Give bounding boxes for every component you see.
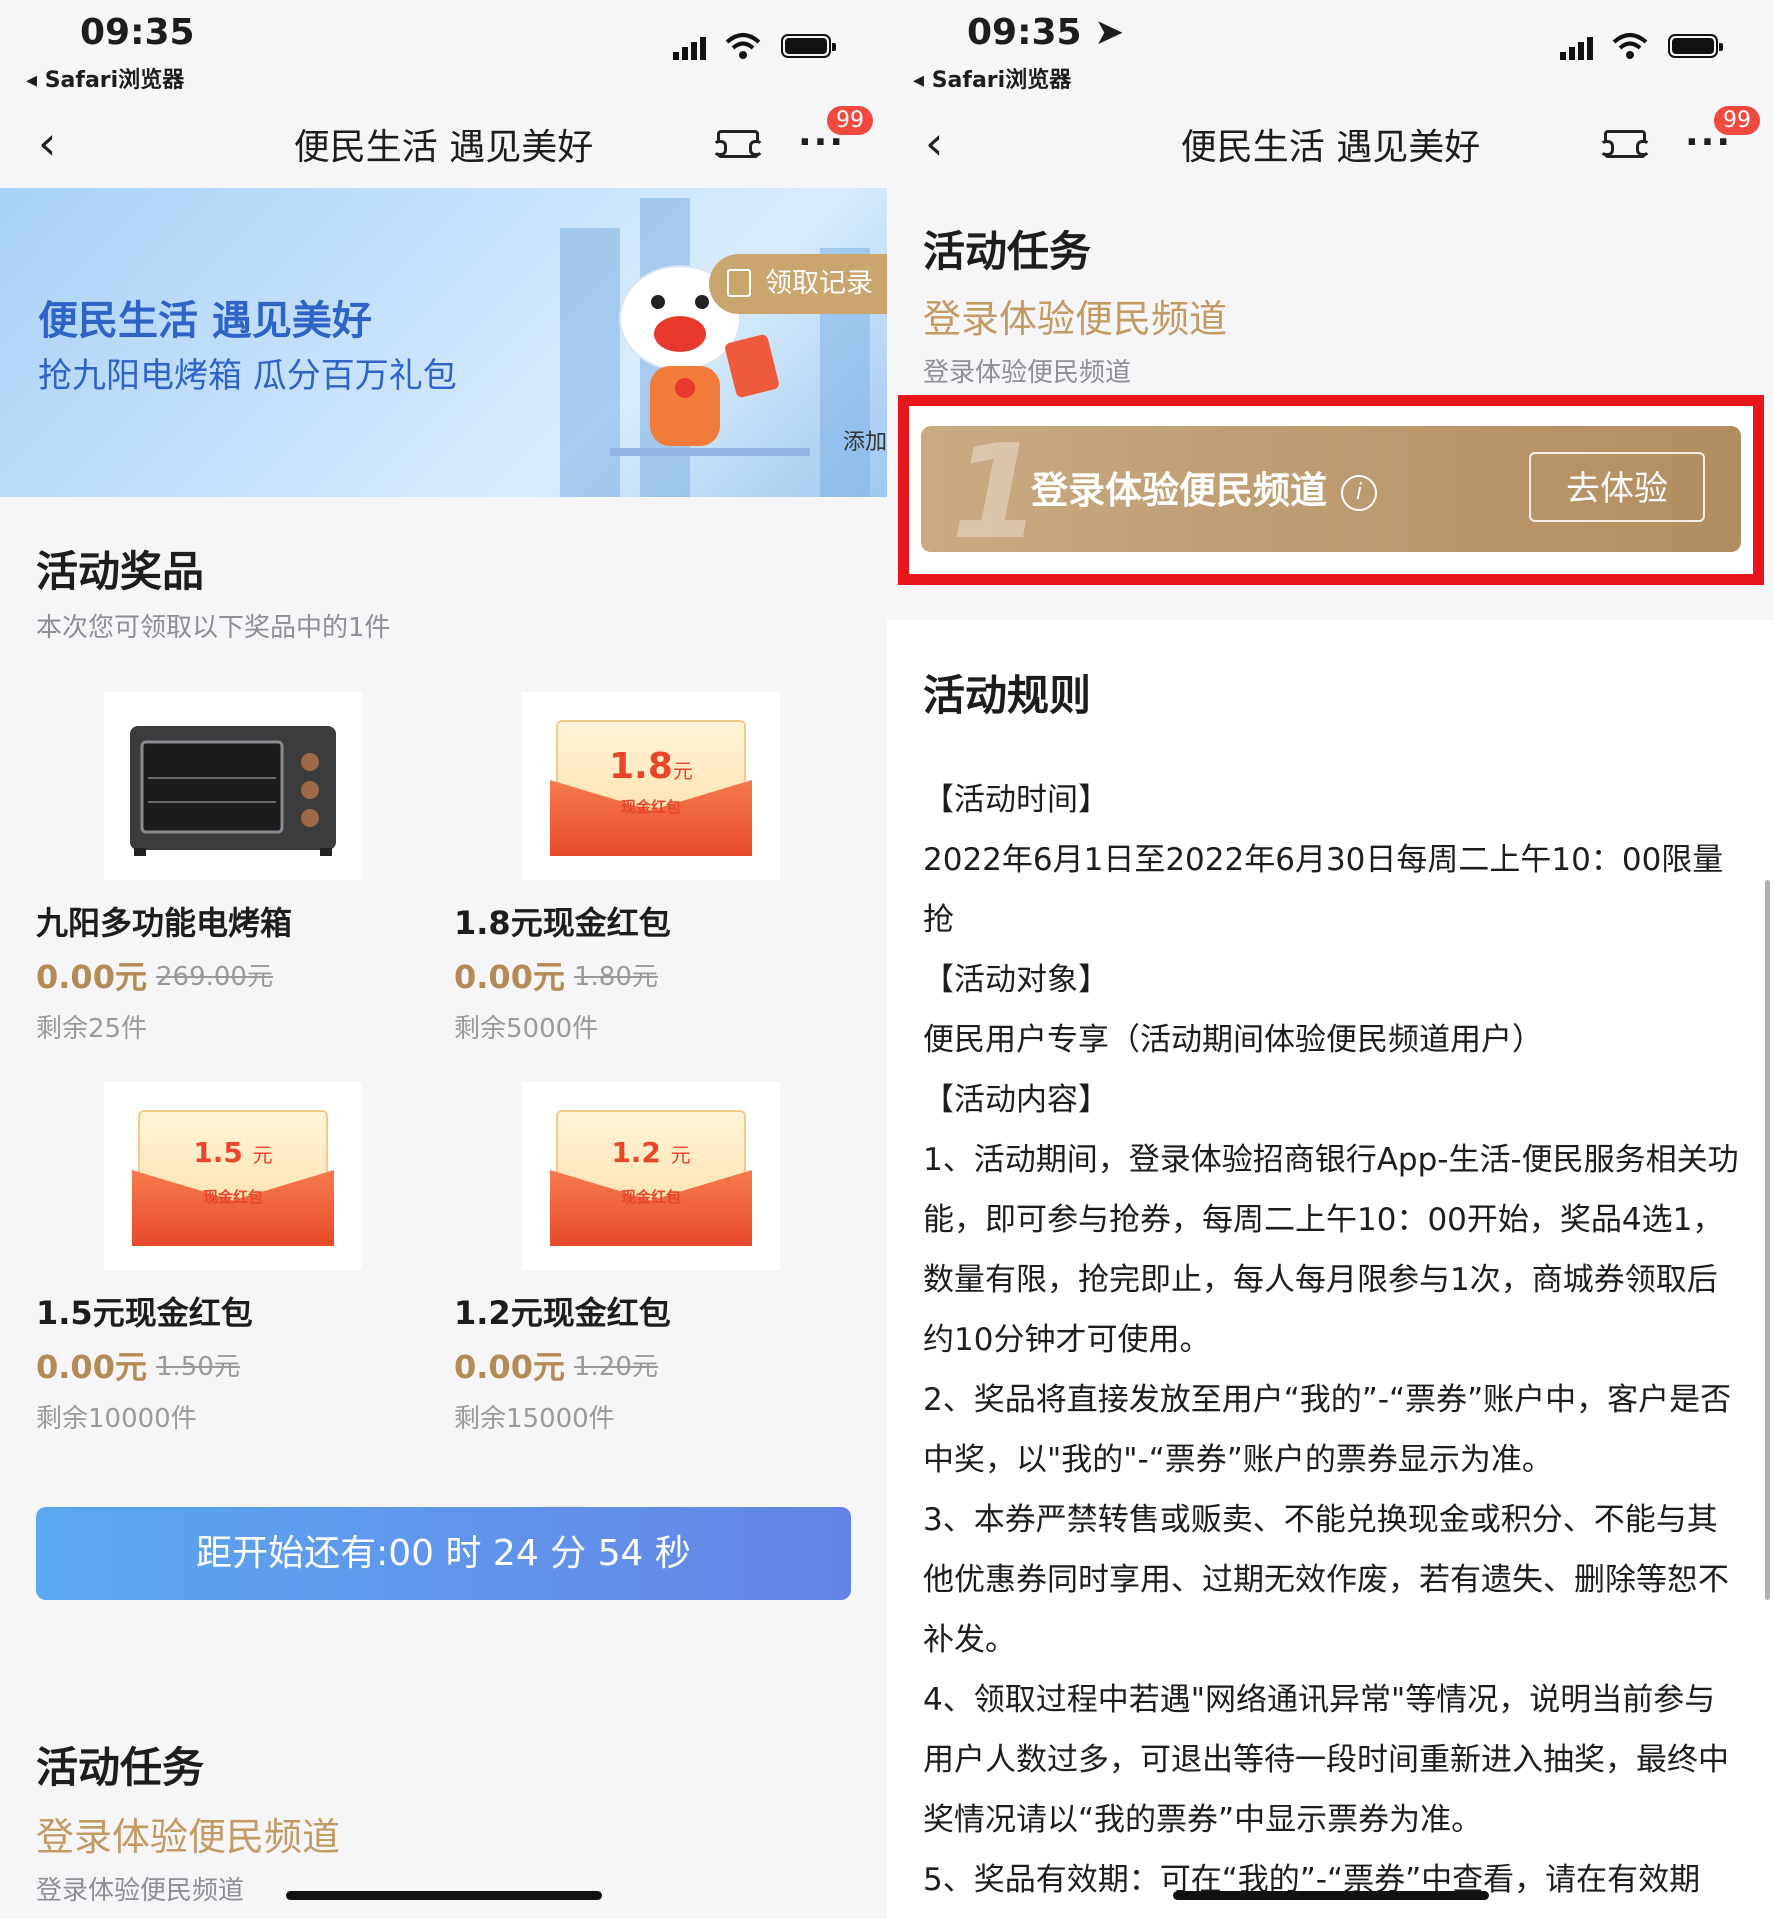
prize-item-red-packet-1-2[interactable]: 1.2 元 现金红包 1.2元现金红包 0.00元 1.20元 剩余15000件 <box>454 1082 814 1442</box>
claim-records-label: 领取记录 <box>765 268 873 299</box>
task-card-title: 登录体验便民频道 i <box>1031 460 1377 514</box>
task-number: 1 <box>951 426 1042 552</box>
promo-banner: 便民生活 遇见美好 抢九阳电烤箱 瓜分百万礼包 领取记录 添加 <box>0 188 887 497</box>
task-description: 登录体验便民频道 <box>923 358 1132 388</box>
claim-records-button[interactable]: 领取记录 <box>709 254 887 314</box>
ticket-icon[interactable] <box>713 130 763 158</box>
prize-name: 1.8元现金红包 <box>454 904 671 942</box>
prize-price: 0.00元 <box>36 958 147 996</box>
task-card[interactable]: 1 登录体验便民频道 i 去体验 <box>921 426 1741 552</box>
envelope-amount: 1.5 <box>193 1136 243 1169</box>
status-time: 09:35 <box>80 12 195 53</box>
battery-icon <box>1668 34 1723 58</box>
back-to-safari-link[interactable]: ◂ Safari浏览器 <box>913 62 1071 94</box>
tasks-section-title: 活动任务 <box>36 1743 205 1792</box>
records-icon <box>727 269 751 297</box>
envelope-unit: 元 <box>670 1143 691 1167</box>
prize-price: 0.00元 <box>454 958 565 996</box>
prize-item-oven[interactable]: 九阳多功能电烤箱 0.00元 269.00元 剩余25件 <box>36 692 396 1052</box>
red-envelope-icon: 1.8元 现金红包 <box>550 720 752 856</box>
add-shortcut-button[interactable]: 添加 <box>843 424 887 456</box>
task-name: 登录体验便民频道 <box>923 297 1228 341</box>
ticket-icon[interactable] <box>1600 130 1650 158</box>
countdown-button[interactable]: 距开始还有:00 时 24 分 54 秒 <box>36 1507 851 1600</box>
location-arrow-icon: ➤ <box>1094 12 1125 53</box>
prize-stock: 剩余25件 <box>36 1014 148 1044</box>
rule-line: 【活动内容】 <box>923 1082 1109 1118</box>
task-card-title-text: 登录体验便民频道 <box>1031 469 1327 512</box>
highlighted-task-frame: 1 登录体验便民频道 i 去体验 <box>898 395 1764 585</box>
prize-price: 0.00元 <box>454 1348 565 1386</box>
rule-line: 2022年6月1日至2022年6月30日每周二上午10：00限量抢 <box>923 842 1724 938</box>
prize-original-price: 1.80元 <box>574 962 658 992</box>
red-packet-image: 1.8元 现金红包 <box>522 692 780 880</box>
task-description: 登录体验便民频道 <box>36 1876 245 1906</box>
cellular-signal-icon <box>1560 37 1593 60</box>
rule-line: 【活动对象】 <box>923 962 1109 998</box>
cellular-signal-icon <box>673 37 706 60</box>
prize-name: 九阳多功能电烤箱 <box>36 904 293 942</box>
nav-bar: ‹ 便民生活 遇见美好 ··· 99 <box>887 100 1774 188</box>
red-packet-image: 1.5 元 现金红包 <box>104 1082 362 1270</box>
wifi-icon <box>1612 33 1648 59</box>
envelope-amount: 1.8 <box>609 746 673 787</box>
rule-line: 2、奖品将直接发放至用户“我的”-“票券”账户中，客户是否中奖，以"我的"-“票… <box>923 1382 1732 1478</box>
red-envelope-icon: 1.2 元 现金红包 <box>550 1110 752 1246</box>
home-indicator[interactable] <box>1173 1891 1489 1900</box>
notification-badge: 99 <box>1714 106 1760 135</box>
scrollbar[interactable] <box>1765 880 1770 1600</box>
rule-line: 3、本券严禁转售或贩卖、不能兑换现金或积分、不能与其他优惠券同时享用、过期无效作… <box>923 1502 1729 1658</box>
right-screenshot: 09:35 ➤ ◂ Safari浏览器 ‹ 便民生活 遇见美好 ··· 99 活… <box>887 0 1774 1919</box>
rule-line: 4、领取过程中若遇"网络通讯异常"等情况，说明当前参与用户人数过多，可退出等待一… <box>923 1682 1729 1838</box>
banner-title: 便民生活 遇见美好 <box>38 298 372 344</box>
envelope-unit: 元 <box>252 1143 273 1167</box>
status-bar: 09:35 ◂ Safari浏览器 <box>0 0 887 100</box>
status-bar: 09:35 ➤ ◂ Safari浏览器 <box>887 0 1774 100</box>
prize-item-red-packet-1-5[interactable]: 1.5 元 现金红包 1.5元现金红包 0.00元 1.50元 剩余10000件 <box>36 1082 396 1442</box>
envelope-label: 现金红包 <box>620 1188 681 1206</box>
oven-icon <box>130 726 336 856</box>
rule-line: 1、活动期间，登录体验招商银行App-生活-便民服务相关功能，即可参与抢券，每周… <box>923 1142 1739 1358</box>
prize-name: 1.2元现金红包 <box>454 1294 671 1332</box>
rules-section-title: 活动规则 <box>923 671 1092 720</box>
rule-line: 【活动时间】 <box>923 782 1109 818</box>
prizes-section-title: 活动奖品 <box>36 547 205 596</box>
rule-line: 便民用户专享（活动期间体验便民频道用户） <box>923 1022 1543 1058</box>
envelope-amount: 1.2 <box>611 1136 661 1169</box>
info-icon[interactable]: i <box>1341 475 1377 511</box>
prize-item-red-packet-1-8[interactable]: 1.8元 现金红包 1.8元现金红包 0.00元 1.80元 剩余5000件 <box>454 692 814 1052</box>
rule-line: 5、奖品有效期：可在“我的”-“票券”中查看，请在有效期 <box>923 1862 1701 1898</box>
left-screenshot: 09:35 ◂ Safari浏览器 ‹ 便民生活 遇见美好 ··· 99 便民生… <box>0 0 887 1919</box>
prize-stock: 剩余15000件 <box>454 1404 615 1434</box>
notification-badge: 99 <box>827 106 873 135</box>
red-packet-image: 1.2 元 现金红包 <box>522 1082 780 1270</box>
tasks-section-title: 活动任务 <box>923 227 1092 276</box>
oven-image <box>104 692 362 880</box>
prize-original-price: 1.50元 <box>156 1352 240 1382</box>
status-time: 09:35 ➤ <box>967 12 1124 53</box>
prize-price: 0.00元 <box>36 1348 147 1386</box>
wifi-icon <box>725 33 761 59</box>
prize-stock: 剩余10000件 <box>36 1404 197 1434</box>
red-envelope-icon: 1.5 元 现金红包 <box>132 1110 334 1246</box>
envelope-label: 现金红包 <box>620 798 681 816</box>
prize-name: 1.5元现金红包 <box>36 1294 253 1332</box>
prize-original-price: 269.00元 <box>156 962 273 992</box>
back-to-safari-link[interactable]: ◂ Safari浏览器 <box>26 62 184 94</box>
try-now-button[interactable]: 去体验 <box>1529 452 1705 522</box>
home-indicator[interactable] <box>286 1891 602 1900</box>
prizes-section-subtitle: 本次您可领取以下奖品中的1件 <box>36 613 391 643</box>
envelope-unit: 元 <box>672 759 693 783</box>
rules-section: 活动规则 【活动时间】 2022年6月1日至2022年6月30日每周二上午10：… <box>887 620 1774 1919</box>
rules-text: 【活动时间】 2022年6月1日至2022年6月30日每周二上午10：00限量抢… <box>923 770 1743 1910</box>
prize-stock: 剩余5000件 <box>454 1014 599 1044</box>
task-name: 登录体验便民频道 <box>36 1815 341 1859</box>
prize-original-price: 1.20元 <box>574 1352 658 1382</box>
nav-bar: ‹ 便民生活 遇见美好 ··· 99 <box>0 100 887 188</box>
envelope-label: 现金红包 <box>202 1188 263 1206</box>
status-time-text: 09:35 <box>967 12 1082 53</box>
battery-icon <box>781 34 836 58</box>
banner-subtitle: 抢九阳电烤箱 瓜分百万礼包 <box>38 356 457 396</box>
